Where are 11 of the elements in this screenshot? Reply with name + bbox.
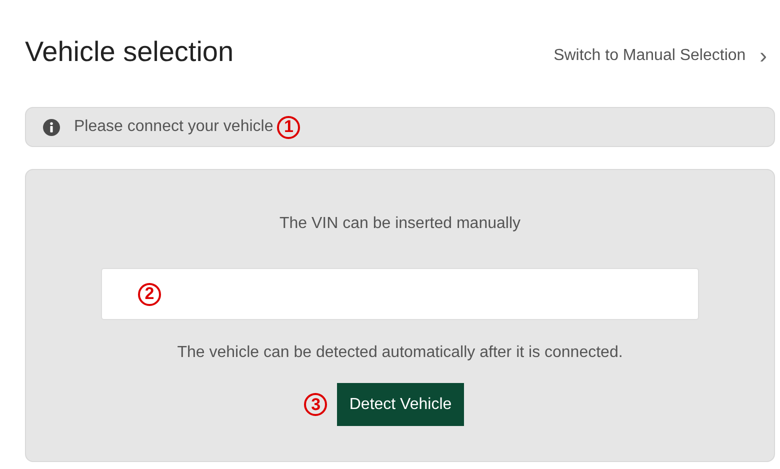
callout-marker: 2 — [138, 282, 161, 306]
manual-selection-link[interactable]: Switch to Manual Selection › — [554, 47, 775, 65]
notice-text: Please connect your vehicle — [74, 118, 274, 136]
page-title: Vehicle selection — [25, 35, 234, 69]
detect-vehicle-button[interactable]: Detect Vehicle — [337, 383, 464, 426]
detect-hint: The vehicle can be detected automatically after it is connected. — [177, 344, 623, 362]
info-icon — [43, 118, 60, 136]
callout-marker: 3 — [304, 393, 328, 416]
vin-label: The VIN can be inserted manually — [279, 215, 520, 233]
vin-input-field[interactable]: 2 — [101, 268, 699, 320]
callout-marker: 1 — [277, 116, 300, 138]
